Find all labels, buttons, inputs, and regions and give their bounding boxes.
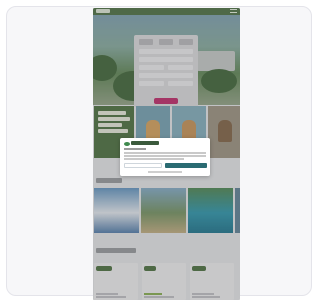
brand-logo-icon bbox=[124, 142, 130, 146]
cookie-consent-dialog bbox=[120, 138, 210, 176]
dialog-brand-name bbox=[131, 141, 159, 145]
dialog-footer-link[interactable] bbox=[148, 171, 182, 173]
dialog-heading bbox=[124, 148, 146, 150]
cookie-settings-button[interactable] bbox=[124, 163, 162, 168]
dialog-body-line bbox=[124, 152, 206, 154]
dialog-body-line bbox=[124, 155, 206, 157]
dialog-body-line bbox=[124, 158, 184, 160]
accept-cookies-button[interactable] bbox=[165, 163, 207, 168]
